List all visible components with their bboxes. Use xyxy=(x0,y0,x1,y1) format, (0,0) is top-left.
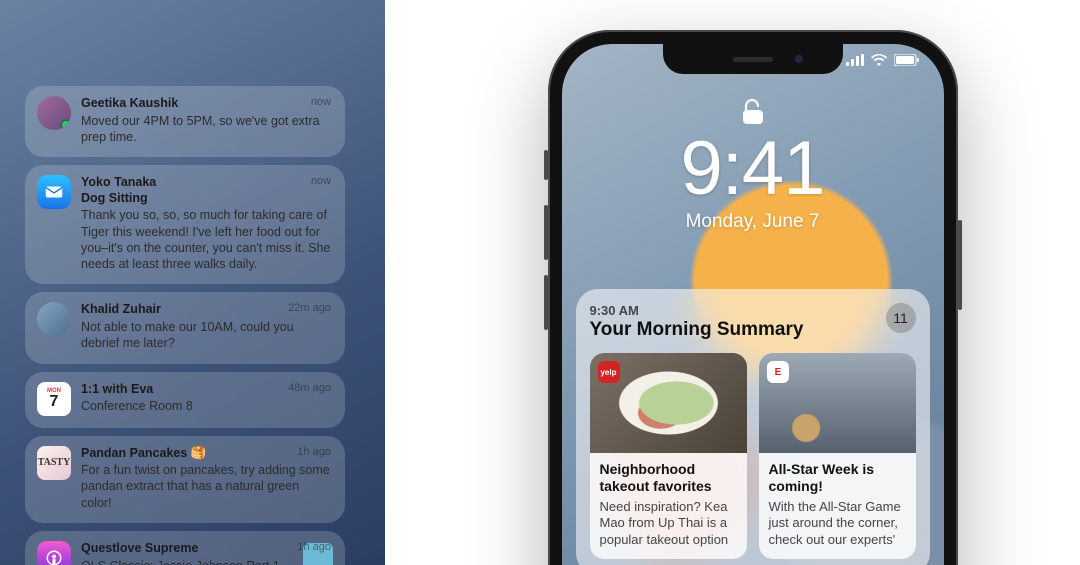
podcasts-app-icon xyxy=(37,541,71,565)
calendar-app-icon: MON 7 xyxy=(37,382,71,416)
avatar-icon xyxy=(37,302,71,336)
summary-count-badge[interactable]: 11 xyxy=(886,303,916,333)
card-image: yelp xyxy=(590,353,747,453)
card-body: With the All-Star Game just around the c… xyxy=(769,499,906,550)
notification-item[interactable]: Geetika Kaushik Moved our 4PM to 5PM, so… xyxy=(25,86,345,157)
phone-frame: 9:41 Monday, June 7 9:30 AM Your Morning… xyxy=(548,30,958,565)
mail-app-icon xyxy=(37,175,71,209)
summary-title: Your Morning Summary xyxy=(590,319,804,341)
notification-title: Pandan Pancakes 🥞 xyxy=(81,446,333,462)
summary-cards-row: yelp Neighborhood takeout favorites Need… xyxy=(590,353,916,559)
notification-time: now xyxy=(311,96,331,108)
summary-item-card[interactable]: E All-Star Week is coming! With the All-… xyxy=(759,353,916,559)
notification-time: 1h ago xyxy=(297,541,331,553)
card-image: E xyxy=(759,353,916,453)
notification-title: Questlove Supreme xyxy=(81,541,289,557)
yelp-app-icon: yelp xyxy=(598,361,620,383)
notification-time: now xyxy=(311,175,331,187)
notification-item[interactable]: Questlove Supreme QLS Classic: Jessie Jo… xyxy=(25,531,345,565)
summary-item-card[interactable]: yelp Neighborhood takeout favorites Need… xyxy=(590,353,747,559)
card-title: Neighborhood takeout favorites xyxy=(600,461,737,495)
notification-body: QLS Classic: Jessie Johnson Part 1 xyxy=(81,558,289,565)
notification-stack: Geetika Kaushik Moved our 4PM to 5PM, so… xyxy=(25,86,345,565)
volume-up-button-icon xyxy=(544,205,548,260)
calendar-day: 7 xyxy=(50,394,59,410)
clock: 9:41 xyxy=(681,131,825,207)
notification-body: Thank you so, so, so much for taking car… xyxy=(81,207,333,272)
card-body: Need inspiration? Kea Mao from Up Thai i… xyxy=(600,499,737,550)
summary-header: 9:30 AM Your Morning Summary 11 xyxy=(590,303,916,341)
lock-screen-header: 9:41 Monday, June 7 xyxy=(562,99,944,233)
notification-item[interactable]: MON 7 1:1 with Eva Conference Room 8 48m… xyxy=(25,372,345,428)
notch-icon xyxy=(663,44,843,74)
notification-time: 22m ago xyxy=(288,302,331,314)
notification-title: Yoko Tanaka xyxy=(81,175,333,191)
notification-subject: Dog Sitting xyxy=(81,191,333,207)
status-dot-icon xyxy=(60,119,71,130)
notification-item[interactable]: TASTY Pandan Pancakes 🥞 For a fun twist … xyxy=(25,436,345,523)
tasty-app-icon: TASTY xyxy=(37,446,71,480)
notification-title: Geetika Kaushik xyxy=(81,96,333,112)
notification-body: Conference Room 8 xyxy=(81,398,333,414)
volume-down-button-icon xyxy=(544,275,548,330)
card-title: All-Star Week is coming! xyxy=(769,461,906,495)
mute-switch-icon xyxy=(544,150,548,180)
morning-summary-card[interactable]: 9:30 AM Your Morning Summary 11 yelp Nei… xyxy=(576,289,930,565)
notification-time: 1h ago xyxy=(297,446,331,458)
notification-body: For a fun twist on pancakes, try adding … xyxy=(81,462,333,511)
cellular-signal-icon xyxy=(846,54,864,66)
summary-time: 9:30 AM xyxy=(590,303,804,318)
side-button-icon xyxy=(958,220,962,310)
notification-item[interactable]: Khalid Zuhair Not able to make our 10AM,… xyxy=(25,292,345,363)
notification-time: 48m ago xyxy=(288,382,331,394)
espn-app-icon: E xyxy=(767,361,789,383)
battery-icon xyxy=(894,54,920,66)
avatar-icon xyxy=(37,96,71,130)
notification-body: Not able to make our 10AM, could you deb… xyxy=(81,319,333,352)
phone-screen: 9:41 Monday, June 7 9:30 AM Your Morning… xyxy=(562,44,944,565)
wifi-icon xyxy=(870,54,888,66)
date-label: Monday, June 7 xyxy=(686,211,820,233)
notification-body: Moved our 4PM to 5PM, so we've got extra… xyxy=(81,113,333,146)
notifications-panel: Geetika Kaushik Moved our 4PM to 5PM, so… xyxy=(0,0,385,565)
notification-item[interactable]: Yoko Tanaka Dog Sitting Thank you so, so… xyxy=(25,165,345,284)
phone-preview-panel: 9:41 Monday, June 7 9:30 AM Your Morning… xyxy=(425,0,1080,565)
unlocked-icon xyxy=(742,99,764,125)
panel-divider xyxy=(385,0,425,565)
